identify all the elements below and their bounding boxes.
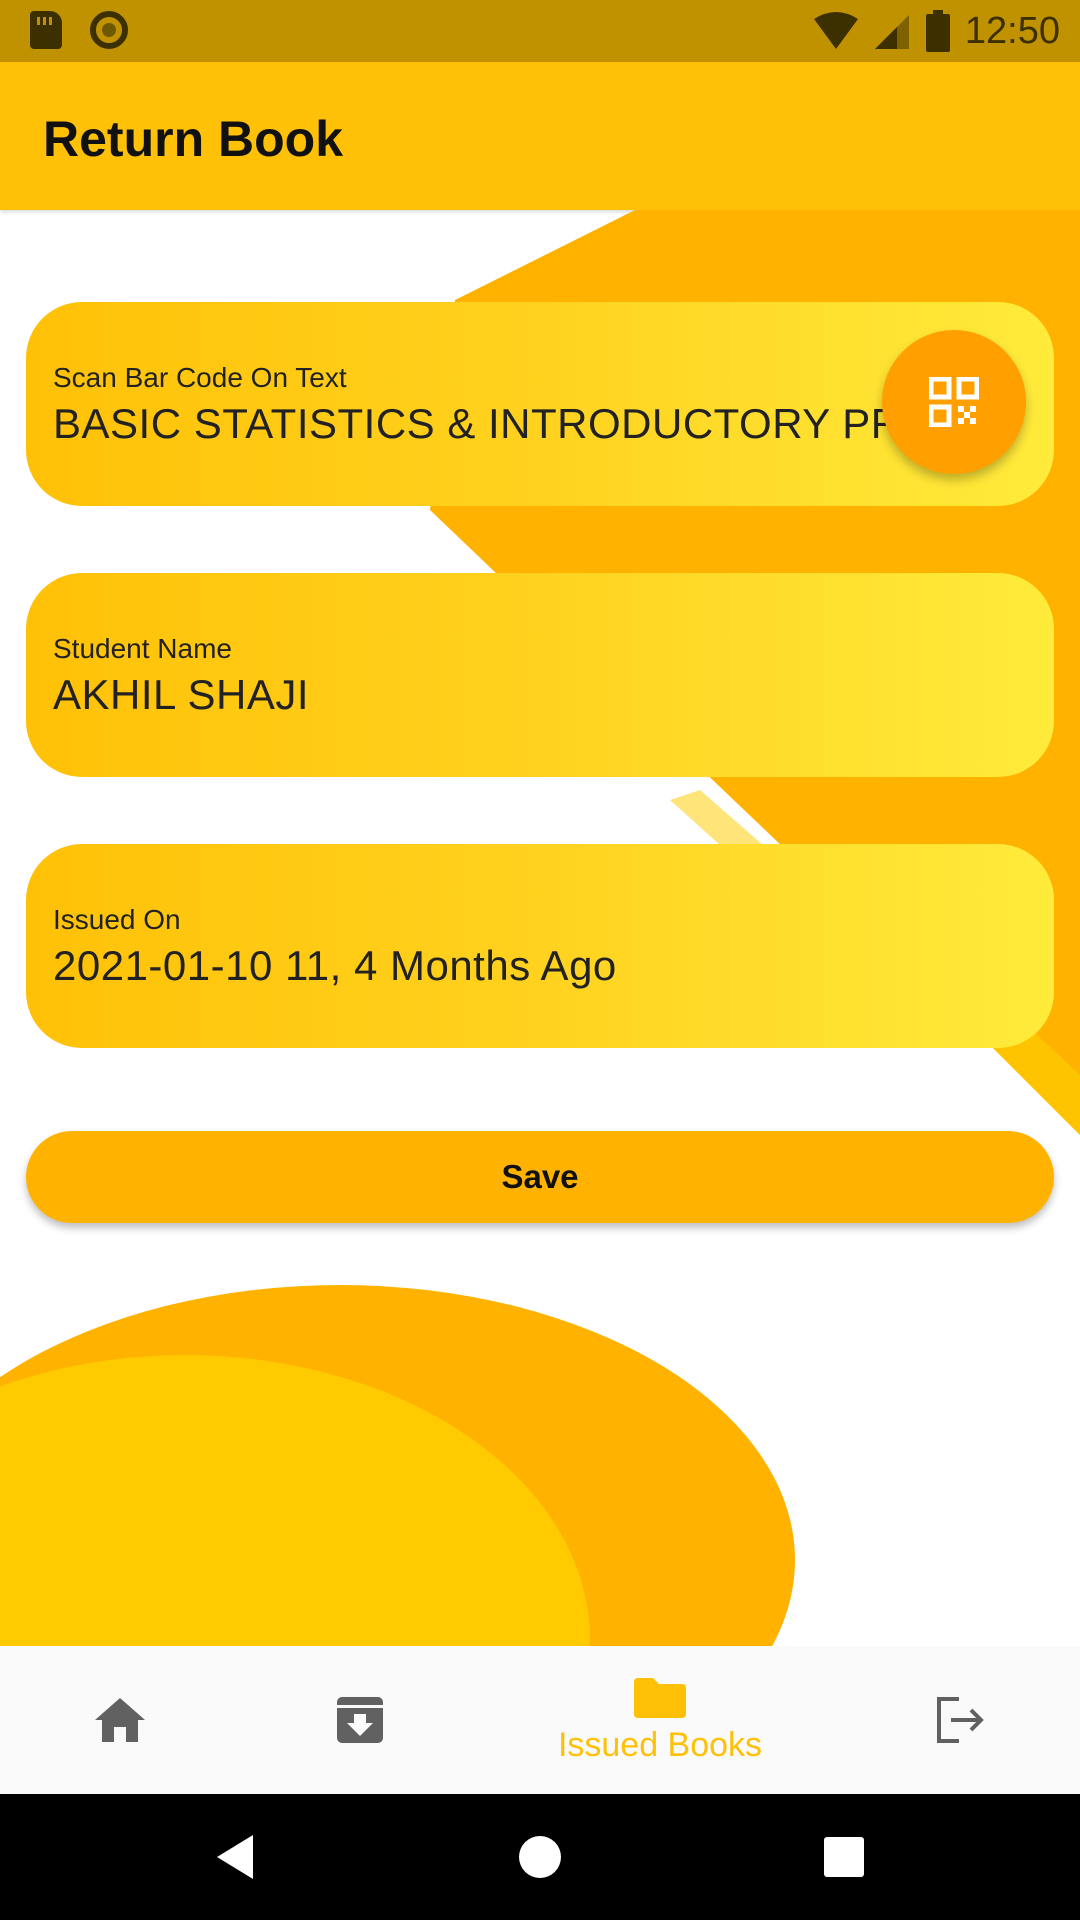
home-circle-icon [519,1836,561,1878]
qr-code-icon [929,377,979,427]
status-time: 12:50 [964,9,1060,52]
issued-field-value[interactable]: 2021-01-10 11, 4 Months Ago [53,942,913,990]
signal-icon [874,15,909,49]
sd-card-icon [30,11,62,49]
nav-archive[interactable] [300,1646,420,1794]
logout-icon [937,1697,984,1743]
book-field-label: Scan Bar Code On Text [53,362,347,393]
issued-on-field[interactable]: Issued On 2021-01-10 11, 4 Months Ago [26,844,1054,1048]
save-button[interactable]: Save [26,1131,1054,1223]
folder-icon [634,1677,686,1718]
wifi-icon [813,12,858,49]
issued-field-label: Issued On [53,904,181,935]
battery-icon [925,10,950,52]
back-triangle-icon [217,1835,253,1879]
student-name-field[interactable]: Student Name AKHIL SHAJI [26,573,1054,777]
recents-button[interactable] [809,1794,879,1920]
nav-issued-books-label: Issued Books [557,1725,763,1764]
book-field-value[interactable]: BASIC STATISTICS & INTRODUCTORY PROBA [53,400,913,448]
nav-logout[interactable] [900,1646,1020,1794]
system-navigation-bar [0,1794,1080,1920]
student-field-label: Student Name [53,633,232,664]
archive-icon [337,1697,383,1743]
student-field-value[interactable]: AKHIL SHAJI [53,671,913,719]
home-system-button[interactable] [505,1794,575,1920]
bottom-navigation: Issued Books [0,1646,1080,1794]
home-icon [95,1698,145,1742]
scan-qr-button[interactable] [882,330,1026,474]
circle-icon [90,11,128,49]
nav-home[interactable] [60,1646,180,1794]
back-button[interactable] [200,1794,270,1920]
recents-square-icon [824,1837,864,1877]
status-bar: 12:50 [0,0,1080,62]
app-bar: Return Book [0,62,1080,210]
page-title: Return Book [43,111,343,167]
nav-issued-books[interactable]: Issued Books [520,1646,800,1794]
